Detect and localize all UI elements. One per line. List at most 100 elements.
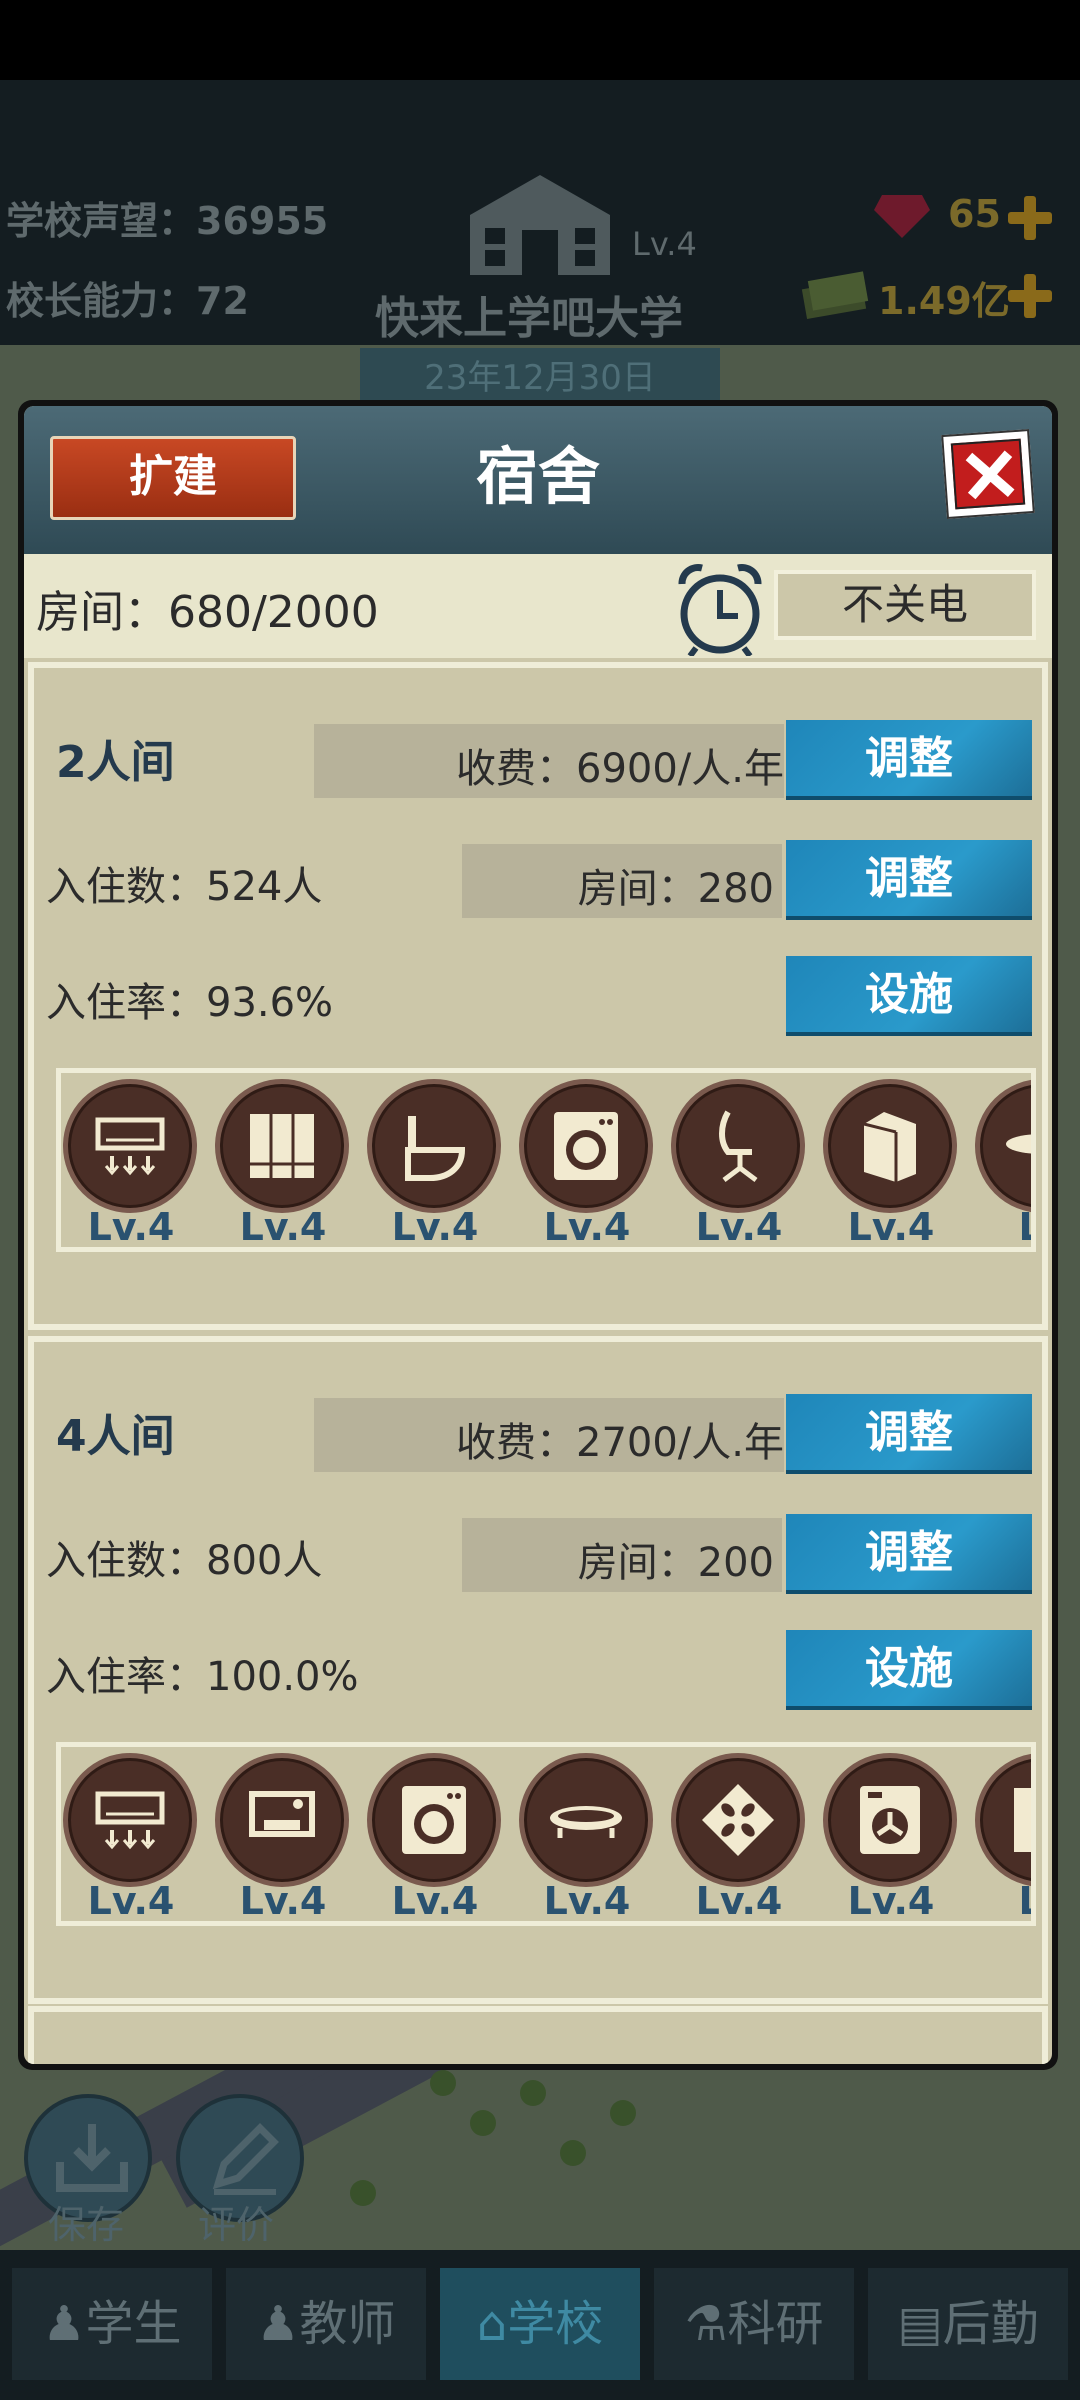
facility-item[interactable]: Lv.4 [213, 1079, 353, 1249]
room-type-section: 4人间 收费：2700/人.年 调整 入住数：800人 房间：200 调整 入住… [28, 1336, 1048, 2004]
dryer-icon [860, 1786, 920, 1854]
facility-item[interactable]: Lv.4 [61, 1079, 201, 1249]
money-icon [801, 271, 869, 319]
dialog-title: 宿舍 [475, 440, 600, 513]
school-level: Lv.4 [632, 225, 697, 263]
facility-level: Lv [973, 1879, 1032, 1921]
washing-machine-icon [402, 1786, 466, 1854]
occupants-text: 入住数：800人 [46, 1538, 323, 1584]
occupancy-rate-text: 入住率：100.0% [46, 1654, 359, 1700]
facility-level: Lv.4 [543, 1205, 631, 1249]
adjust-rooms-button[interactable]: 调整 [786, 840, 1032, 920]
power-mode-button[interactable]: 不关电 [774, 570, 1036, 640]
facility-item[interactable]: Lv.4 [517, 1079, 657, 1249]
water-heater-icon [863, 1112, 916, 1182]
bed-icon [550, 1806, 622, 1838]
facility-level: Lv.4 [543, 1879, 631, 1923]
air-conditioner-icon [95, 1117, 165, 1176]
nav-tab-logistics[interactable]: ▤后勤 [868, 2268, 1068, 2380]
student-icon: ♟ [42, 2296, 86, 2352]
add-gems-button[interactable] [1008, 196, 1052, 240]
facility-level: Lv.4 [239, 1205, 327, 1249]
sink-icon [249, 1791, 315, 1837]
fee-text: 收费：2700/人.年 [456, 1420, 784, 1466]
facility-level: Lv.4 [391, 1205, 479, 1249]
facility-item[interactable]: Lv.4 [669, 1753, 809, 1923]
close-icon [950, 438, 1026, 510]
dormitory-dialog: 扩建 宿舍 房间：680/2000 不关电 2人间 收费：6900/人.年 调整… [18, 400, 1058, 2070]
money-amount: 1.49亿 [878, 279, 1010, 323]
alarm-clock-icon [678, 564, 762, 656]
facility-item[interactable]: Lv.4 [669, 1079, 809, 1249]
dorm-summary-row: 房间：680/2000 不关电 [24, 554, 1052, 658]
school-icon: ⌂ [476, 2296, 508, 2352]
gem-count: 65 [948, 192, 1001, 236]
appliance-icon [1014, 1788, 1031, 1852]
top-status-bar: 学校声望：36955 校长能力：72 Lv.4 快来上学吧大学 65 1.49亿 [0, 80, 1080, 345]
occupants-text: 入住数：524人 [46, 864, 323, 910]
facility-list: Lv.4 Lv.4 Lv.4 Lv.4 Lv.4 Lv.4 Lv [56, 1068, 1036, 1252]
add-money-button[interactable] [1008, 274, 1052, 318]
room-type-label: 4人间 [56, 1411, 175, 1462]
room-type-section-partial [28, 2006, 1048, 2064]
air-conditioner-icon [95, 1791, 165, 1850]
reputation-text: 学校声望：36955 [6, 199, 329, 243]
nav-tab-research[interactable]: ⚗科研 [654, 2268, 854, 2380]
facility-item[interactable]: Lv [973, 1753, 1032, 1921]
nav-tab-students[interactable]: ♟学生 [12, 2268, 212, 2380]
nav-tab-school[interactable]: ⌂学校 [440, 2268, 640, 2380]
clipboard-icon: ▤ [897, 2296, 943, 2352]
facility-level: Lv.4 [695, 1205, 783, 1249]
occupancy-rate-text: 入住率：93.6% [46, 980, 334, 1026]
save-label: 保存 [48, 2203, 125, 2247]
facility-level: Lv.4 [847, 1205, 935, 1249]
facility-level: Lv.4 [87, 1205, 175, 1249]
facility-item[interactable]: Lv.4 [213, 1753, 353, 1923]
ceiling-fan-icon [702, 1784, 774, 1856]
nav-tab-label: 学生 [85, 2296, 182, 2352]
wardrobe-icon [250, 1114, 314, 1178]
facility-list: Lv.4 Lv.4 Lv.4 Lv.4 Lv.4 Lv.4 Lv [56, 1742, 1036, 1926]
facility-item[interactable]: Lv.4 [365, 1079, 505, 1249]
nav-tab-label: 后勤 [942, 2296, 1039, 2352]
facility-item[interactable]: Lv.4 [821, 1753, 961, 1921]
facility-level: Lv.4 [695, 1879, 783, 1923]
facility-item[interactable]: Lv [973, 1079, 1031, 1247]
flask-icon: ⚗ [684, 2296, 728, 2352]
gem-icon [874, 195, 930, 238]
bottom-navigation: ♟学生 ♟教师 ⌂学校 ⚗科研 ▤后勤 [0, 2250, 1080, 2400]
facility-item[interactable]: Lv.4 [517, 1753, 657, 1923]
game-date: 23年12月30日 [360, 348, 720, 408]
facility-item[interactable]: Lv.4 [61, 1753, 201, 1923]
facility-level: Lv.4 [239, 1879, 327, 1923]
close-button[interactable] [941, 429, 1035, 519]
adjust-fee-button[interactable]: 调整 [786, 1394, 1032, 1474]
pencil-icon [212, 2123, 279, 2195]
total-rooms-text: 房间：680/2000 [36, 587, 379, 638]
principal-ability-text: 校长能力：72 [6, 279, 249, 323]
room-count-text: 房间：280 [577, 866, 774, 912]
nav-tab-label: 教师 [299, 2296, 396, 2352]
facility-item[interactable]: Lv.4 [821, 1079, 961, 1249]
review-label: 评价 [198, 2203, 275, 2247]
adjust-rooms-button[interactable]: 调整 [786, 1514, 1032, 1594]
room-type-section: 2人间 收费：6900/人.年 调整 入住数：524人 房间：280 调整 入住… [28, 662, 1048, 1330]
dialog-header: 扩建 宿舍 [24, 406, 1052, 554]
nav-tab-teachers[interactable]: ♟教师 [226, 2268, 426, 2380]
toilet-icon [405, 1116, 466, 1181]
teacher-icon: ♟ [256, 2296, 300, 2352]
bed-icon [1006, 1134, 1031, 1154]
facility-item[interactable]: Lv.4 [365, 1753, 505, 1923]
download-icon [56, 2124, 128, 2192]
room-type-label: 2人间 [56, 737, 175, 788]
facilities-button[interactable]: 设施 [786, 1630, 1032, 1710]
chair-icon [719, 1110, 758, 1182]
adjust-fee-button[interactable]: 调整 [786, 720, 1032, 800]
nav-tab-label: 科研 [727, 2296, 824, 2352]
washing-machine-icon [554, 1112, 618, 1180]
facility-level: Lv.4 [391, 1879, 479, 1923]
facility-level: Lv.4 [87, 1879, 175, 1923]
school-name: 快来上学吧大学 [375, 293, 683, 344]
school-building-icon [470, 175, 610, 275]
facilities-button[interactable]: 设施 [786, 956, 1032, 1036]
